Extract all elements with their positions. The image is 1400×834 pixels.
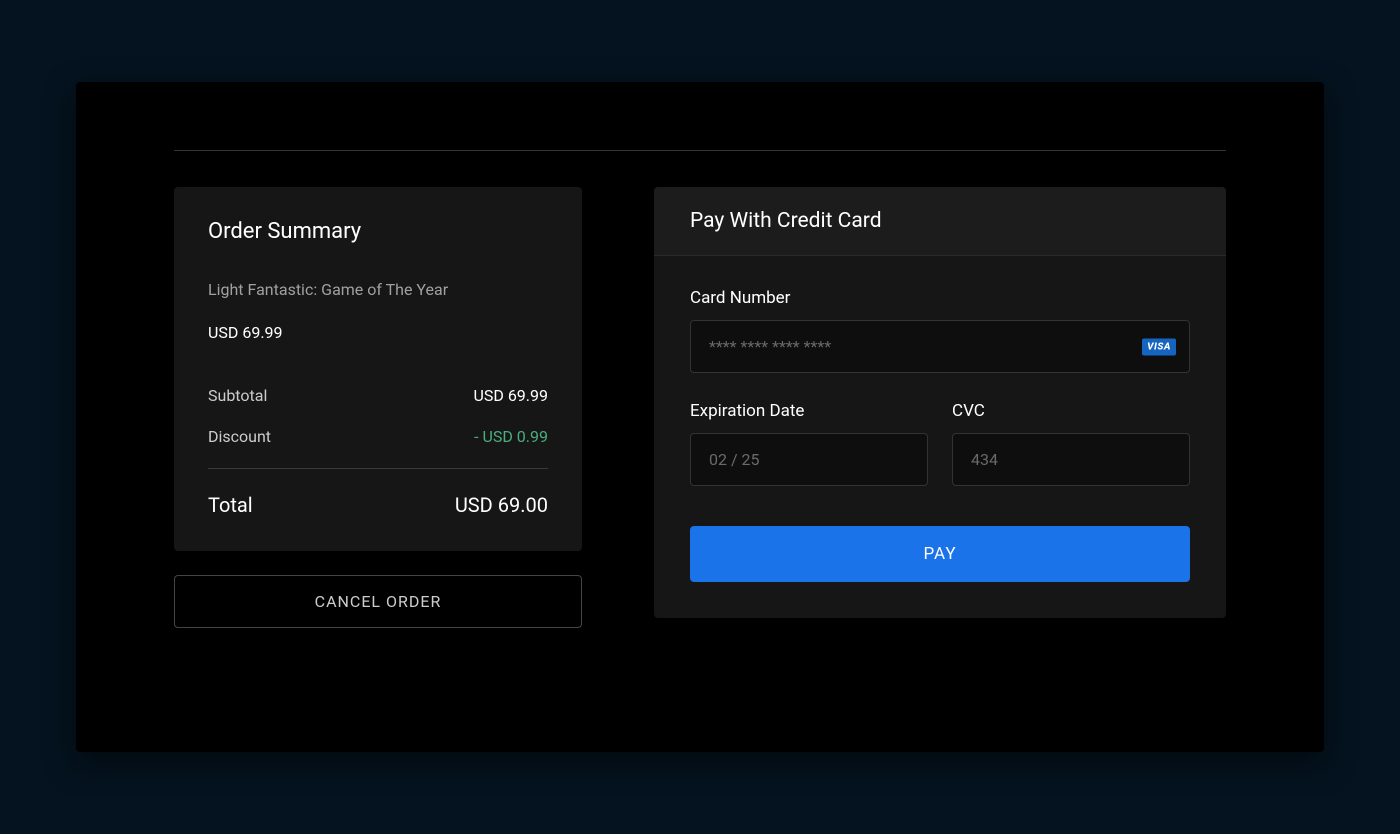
order-summary-column: Order Summary Light Fantastic: Game of T… <box>174 187 582 628</box>
cvc-field: CVC <box>952 401 1190 486</box>
order-summary-title: Order Summary <box>208 219 548 244</box>
subtotal-label: Subtotal <box>208 386 267 405</box>
cvc-label: CVC <box>952 401 1190 421</box>
cvc-input[interactable] <box>952 433 1190 486</box>
expiration-cvc-row: Expiration Date CVC <box>690 401 1190 486</box>
discount-label: Discount <box>208 427 271 446</box>
pay-button[interactable]: PAY <box>690 526 1190 582</box>
order-summary-card: Order Summary Light Fantastic: Game of T… <box>174 187 582 551</box>
payment-column: Pay With Credit Card Card Number VISA Ex… <box>654 187 1226 628</box>
product-name: Light Fantastic: Game of The Year <box>208 280 548 299</box>
expiration-input[interactable] <box>690 433 928 486</box>
payment-card: Pay With Credit Card Card Number VISA Ex… <box>654 187 1226 618</box>
total-row: Total USD 69.00 <box>208 493 548 517</box>
subtotal-value: USD 69.99 <box>473 386 548 405</box>
payment-title: Pay With Credit Card <box>690 209 1190 233</box>
expiration-field: Expiration Date <box>690 401 928 486</box>
expiration-label: Expiration Date <box>690 401 928 421</box>
cancel-order-button[interactable]: CANCEL ORDER <box>174 575 582 628</box>
product-price: USD 69.99 <box>208 323 548 342</box>
checkout-content: Order Summary Light Fantastic: Game of T… <box>174 187 1226 628</box>
discount-row: Discount - USD 0.99 <box>208 427 548 446</box>
payment-header: Pay With Credit Card <box>654 187 1226 256</box>
card-number-input[interactable] <box>690 320 1190 373</box>
total-value: USD 69.00 <box>455 493 548 517</box>
subtotal-row: Subtotal USD 69.99 <box>208 386 548 405</box>
discount-value: - USD 0.99 <box>474 427 548 446</box>
card-number-label: Card Number <box>690 288 1190 308</box>
checkout-window: Order Summary Light Fantastic: Game of T… <box>76 82 1324 752</box>
total-label: Total <box>208 493 253 517</box>
card-number-field-wrapper: VISA <box>690 320 1190 373</box>
payment-body: Card Number VISA Expiration Date CVC <box>654 256 1226 618</box>
visa-icon: VISA <box>1142 338 1176 355</box>
top-divider <box>174 150 1226 151</box>
summary-divider <box>208 468 548 469</box>
